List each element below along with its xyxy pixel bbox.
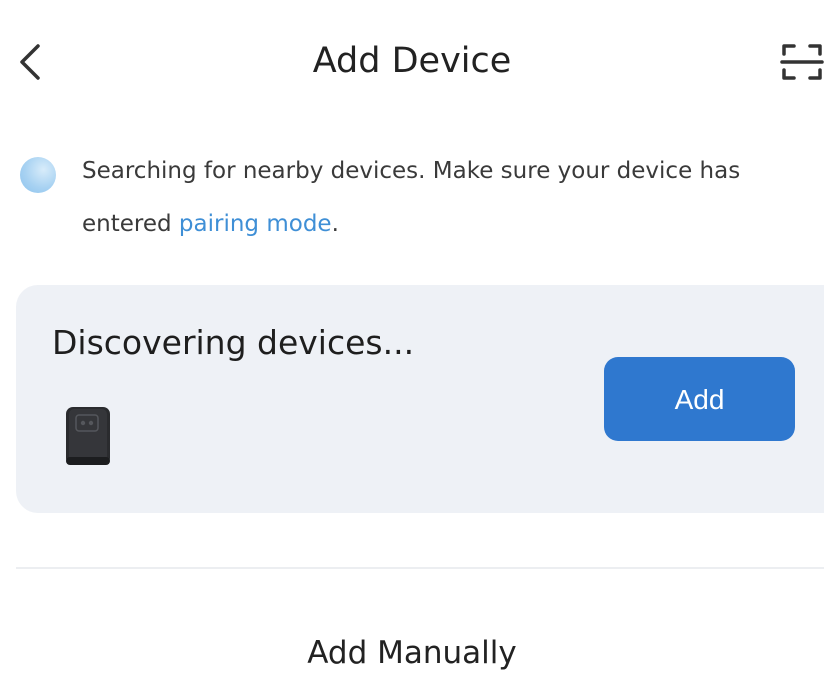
smart-plug-device-icon [62, 403, 114, 467]
add-button[interactable]: Add [604, 357, 795, 441]
discovery-card: Discovering devices... Add [16, 285, 824, 513]
searching-spinner-icon [20, 157, 56, 193]
add-manually-button[interactable]: Add Manually [0, 632, 824, 674]
header-bar: Add Device [0, 22, 824, 102]
pairing-mode-link[interactable]: pairing mode [179, 211, 332, 237]
add-device-screen: Add Device Searching for nearby devices.… [0, 0, 824, 675]
page-title: Add Device [312, 41, 512, 81]
notice-text-after-link: . [331, 211, 339, 237]
discovering-devices-label: Discovering devices... [52, 323, 415, 362]
divider [16, 567, 824, 569]
scan-button[interactable] [780, 40, 824, 84]
search-notice-text: Searching for nearby devices. Make sure … [82, 145, 802, 251]
scan-icon [780, 44, 824, 80]
